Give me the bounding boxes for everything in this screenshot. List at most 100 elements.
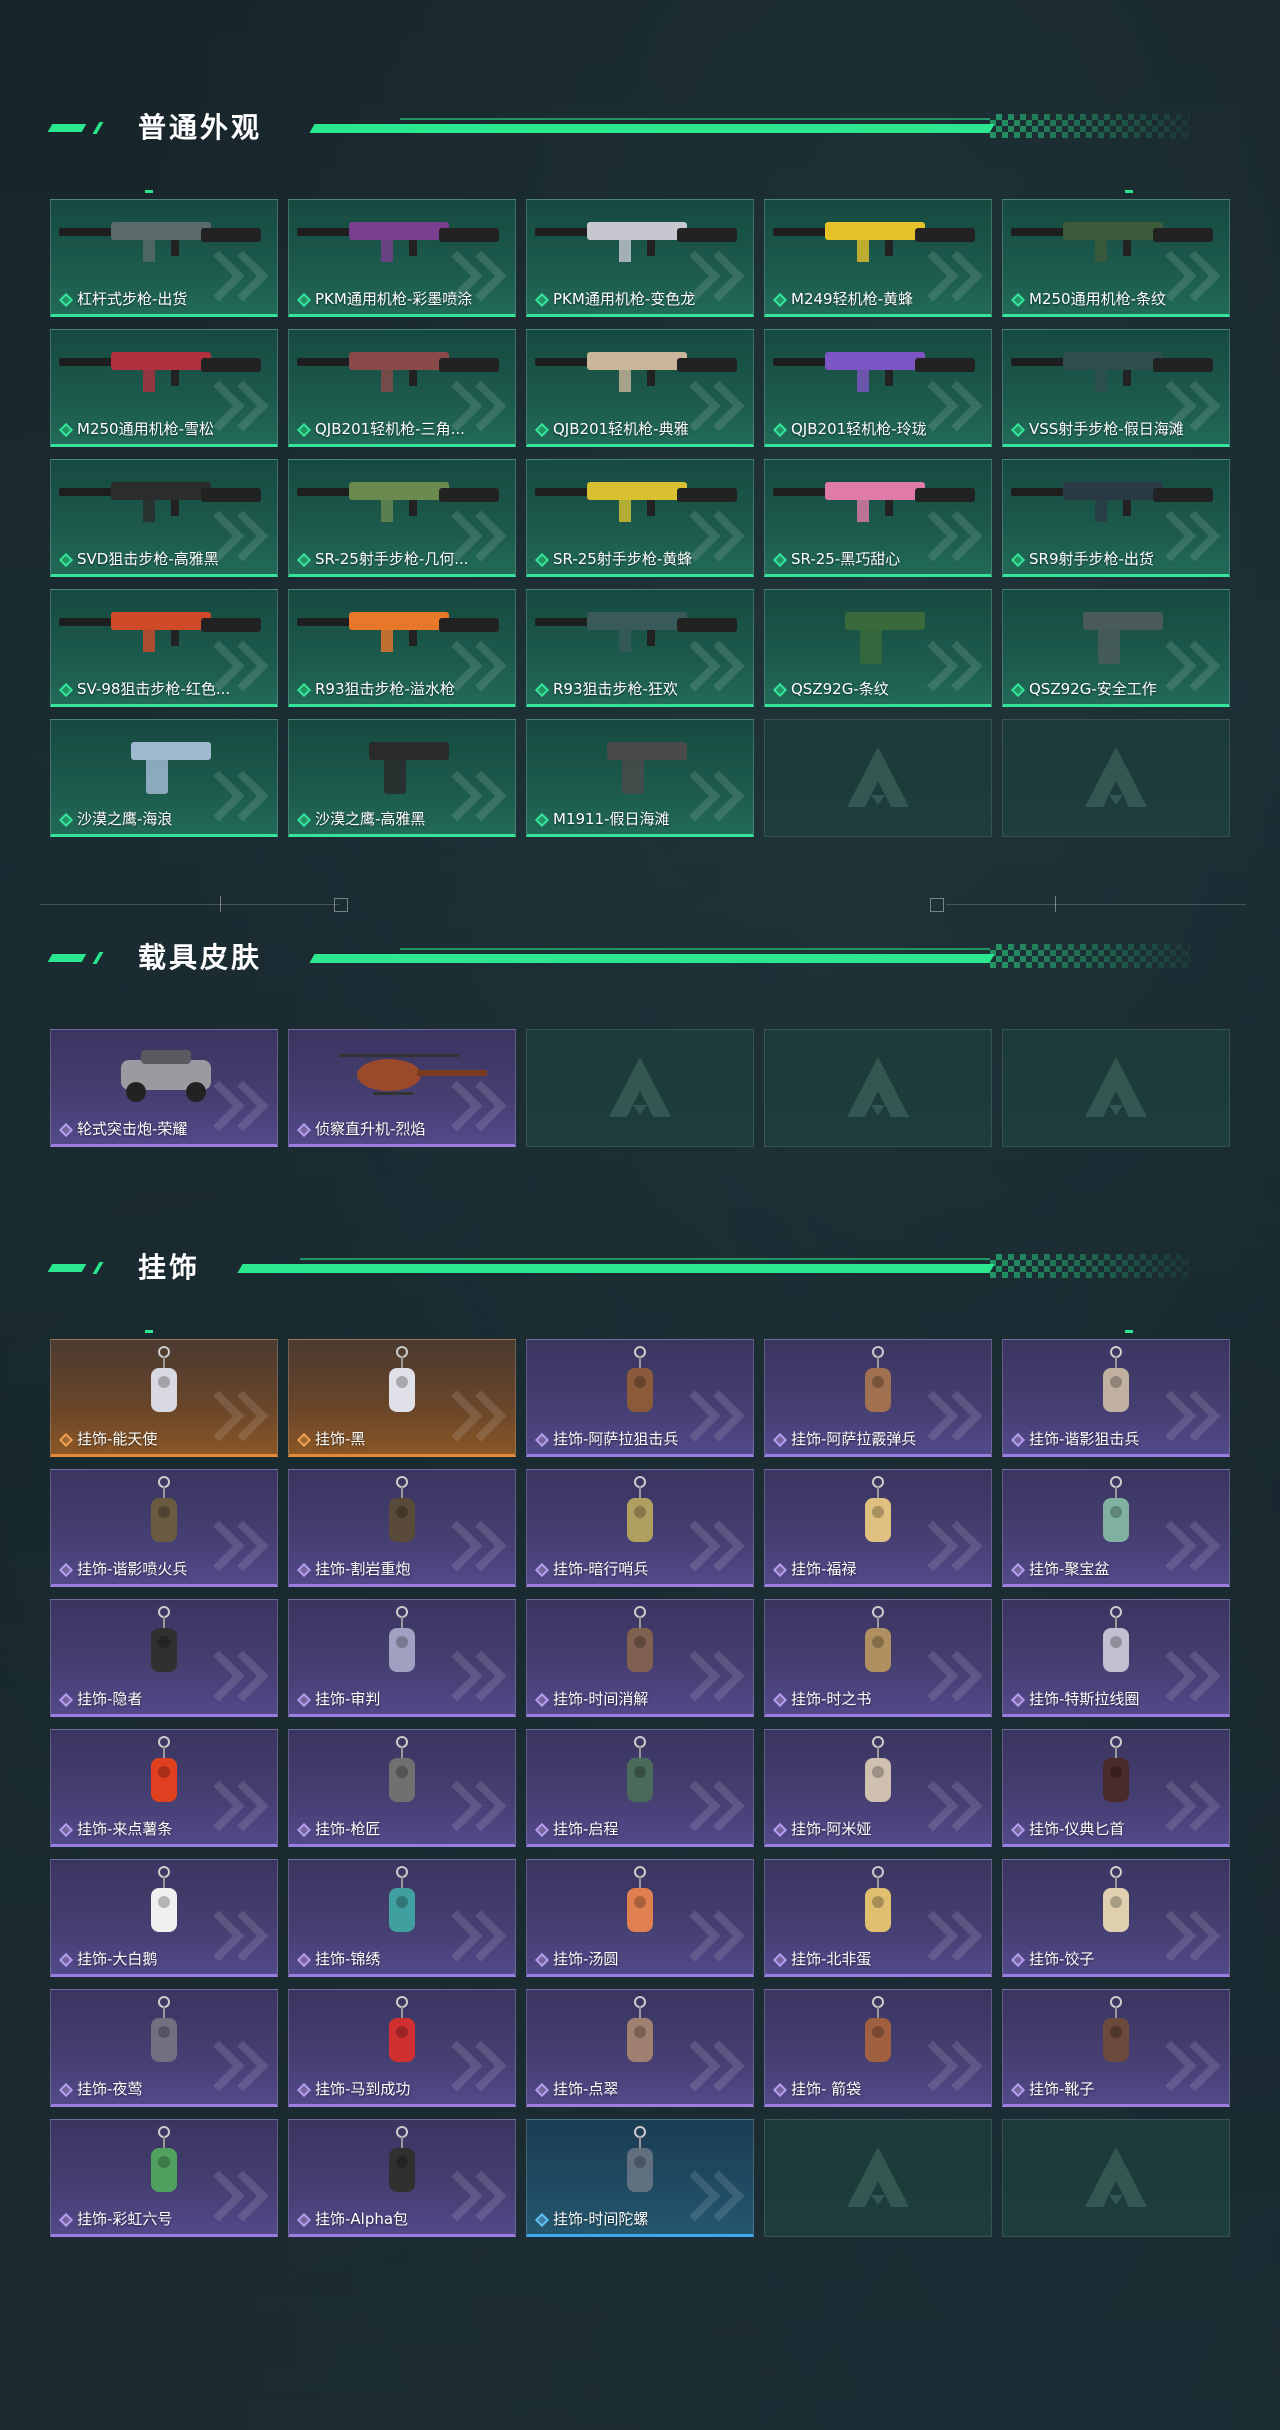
item-card[interactable]: 挂饰-阿米娅 (764, 1729, 992, 1847)
placeholder-logo-icon (1085, 2147, 1147, 2207)
item-card[interactable]: 挂饰-审判 (288, 1599, 516, 1717)
item-card[interactable]: 挂饰-仪典匕首 (1002, 1729, 1230, 1847)
item-card[interactable]: 挂饰-暗行哨兵 (526, 1469, 754, 1587)
item-card[interactable]: 挂饰-时间消解 (526, 1599, 754, 1717)
rarity-diamond-icon (772, 292, 788, 308)
item-card[interactable]: 挂饰-谐影狙击兵 (1002, 1339, 1230, 1457)
rarity-diamond-icon (772, 552, 788, 568)
rarity-diamond-icon (296, 2082, 312, 2098)
charm-thumbnail (1003, 1730, 1229, 1818)
header-line (309, 954, 995, 963)
item-card[interactable]: 挂饰-Alpha包 (288, 2119, 516, 2237)
item-card[interactable]: M249轻机枪-黄蜂 (764, 199, 992, 317)
rarity-diamond-icon (296, 1822, 312, 1838)
item-card[interactable]: SV-98狙击步枪-红色... (50, 589, 278, 707)
item-card[interactable]: 挂饰-隐者 (50, 1599, 278, 1717)
item-card[interactable]: R93狙击步枪-狂欢 (526, 589, 754, 707)
item-card[interactable]: 挂饰-来点薯条 (50, 1729, 278, 1847)
item-card[interactable]: SR-25射手步枪-几何... (288, 459, 516, 577)
item-card[interactable]: 沙漠之鹰-海浪 (50, 719, 278, 837)
item-card[interactable]: PKM通用机枪-变色龙 (526, 199, 754, 317)
rarity-diamond-icon (1010, 1562, 1026, 1578)
charm-thumbnail (289, 1470, 515, 1558)
item-card[interactable]: 挂饰-阿萨拉霰弹兵 (764, 1339, 992, 1457)
charm-thumbnail (1003, 1600, 1229, 1688)
item-card[interactable]: 挂饰-时间陀螺 (526, 2119, 754, 2237)
item-label: SR-25-黑巧甜心 (791, 550, 901, 568)
item-card[interactable]: PKM通用机枪-彩墨喷涂 (288, 199, 516, 317)
item-card[interactable]: M250通用机枪-雪松 (50, 329, 278, 447)
item-card[interactable]: 挂饰-割岩重炮 (288, 1469, 516, 1587)
item-label: 挂饰-隐者 (77, 1690, 143, 1708)
item-card[interactable]: 挂饰-聚宝盆 (1002, 1469, 1230, 1587)
item-label: 挂饰-暗行哨兵 (553, 1560, 649, 1578)
item-card[interactable]: R93狙击步枪-溢水枪 (288, 589, 516, 707)
item-card[interactable]: 挂饰-启程 (526, 1729, 754, 1847)
item-card[interactable]: 挂饰-谐影喷火兵 (50, 1469, 278, 1587)
item-card[interactable]: 轮式突击炮-荣耀 (50, 1029, 278, 1147)
weapon-thumbnail (765, 590, 991, 678)
item-card[interactable]: 挂饰-点翠 (526, 1989, 754, 2107)
item-card[interactable]: QSZ92G-安全工作 (1002, 589, 1230, 707)
item-card[interactable]: 挂饰-能天使 (50, 1339, 278, 1457)
item-label: 挂饰-北非蛋 (791, 1950, 872, 1968)
rarity-diamond-icon (772, 422, 788, 438)
empty-slot (1002, 1029, 1230, 1147)
item-card[interactable]: 挂饰-饺子 (1002, 1859, 1230, 1977)
item-label: 挂饰-靴子 (1029, 2080, 1095, 2098)
rarity-diamond-icon (1010, 1432, 1026, 1448)
grid-charms: 挂饰-能天使 挂饰-黑 挂饰-阿萨拉狙击兵 挂饰-阿萨拉霰弹兵 挂饰-谐影狙击兵挂饰-谐… (50, 1339, 1230, 2237)
item-label: PKM通用机枪-变色龙 (553, 290, 696, 308)
item-card[interactable]: QJB201轻机枪-玲珑 (764, 329, 992, 447)
item-card[interactable]: 挂饰-靴子 (1002, 1989, 1230, 2107)
header-checker (990, 114, 1190, 138)
item-card[interactable]: 挂饰-北非蛋 (764, 1859, 992, 1977)
item-card[interactable]: 沙漠之鹰-高雅黑 (288, 719, 516, 837)
item-card[interactable]: 挂饰-枪匠 (288, 1729, 516, 1847)
item-card[interactable]: 挂饰-汤圆 (526, 1859, 754, 1977)
item-card[interactable]: 挂饰-时之书 (764, 1599, 992, 1717)
rarity-diamond-icon (534, 1692, 550, 1708)
item-card[interactable]: 挂饰-特斯拉线圈 (1002, 1599, 1230, 1717)
rarity-diamond-icon (58, 1822, 74, 1838)
item-card[interactable]: 挂饰-彩虹六号 (50, 2119, 278, 2237)
item-label: QSZ92G-条纹 (791, 680, 889, 698)
item-card[interactable]: SR9射手步枪-出货 (1002, 459, 1230, 577)
item-card[interactable]: 挂饰-大白鹅 (50, 1859, 278, 1977)
item-label: SR9射手步枪-出货 (1029, 550, 1154, 568)
item-card[interactable]: 杠杆式步枪-出货 (50, 199, 278, 317)
item-card[interactable]: M250通用机枪-条纹 (1002, 199, 1230, 317)
item-card[interactable]: QJB201轻机枪-典雅 (526, 329, 754, 447)
placeholder-logo-icon (1085, 1057, 1147, 1117)
item-card[interactable]: 挂饰-黑 (288, 1339, 516, 1457)
item-card[interactable]: SR-25-黑巧甜心 (764, 459, 992, 577)
item-label: 挂饰-谐影狙击兵 (1029, 1430, 1140, 1448)
item-label: QJB201轻机枪-玲珑 (791, 420, 927, 438)
item-card[interactable]: VSS射手步枪-假日海滩 (1002, 329, 1230, 447)
charm-thumbnail (51, 1600, 277, 1688)
charm-thumbnail (51, 1860, 277, 1948)
item-card[interactable]: SR-25射手步枪-黄蜂 (526, 459, 754, 577)
item-card[interactable]: QJB201轻机枪-三角... (288, 329, 516, 447)
item-card[interactable]: SVD狙击步枪-高雅黑 (50, 459, 278, 577)
rarity-diamond-icon (772, 1432, 788, 1448)
item-card[interactable]: 侦察直升机-烈焰 (288, 1029, 516, 1147)
item-label: QJB201轻机枪-典雅 (553, 420, 689, 438)
item-label: 挂饰-黑 (315, 1430, 366, 1448)
item-card[interactable]: QSZ92G-条纹 (764, 589, 992, 707)
item-card[interactable]: 挂饰-马到成功 (288, 1989, 516, 2107)
item-card[interactable]: M1911-假日海滩 (526, 719, 754, 837)
item-card[interactable]: 挂饰-福禄 (764, 1469, 992, 1587)
header-accent-tick (92, 122, 104, 134)
section-title-normal: 普通外观 (138, 111, 263, 144)
item-card[interactable]: 挂饰-夜莺 (50, 1989, 278, 2107)
weapon-thumbnail (51, 720, 277, 808)
item-card[interactable]: 挂饰- 箭袋 (764, 1989, 992, 2107)
item-card[interactable]: 挂饰-锦绣 (288, 1859, 516, 1977)
weapon-thumbnail (51, 460, 277, 548)
rarity-diamond-icon (1010, 682, 1026, 698)
header-thin-line (300, 1258, 990, 1260)
section-header-vehicle: 载具皮肤 (0, 930, 1280, 990)
item-card[interactable]: 挂饰-阿萨拉狙击兵 (526, 1339, 754, 1457)
item-label: 挂饰-阿萨拉狙击兵 (553, 1430, 679, 1448)
